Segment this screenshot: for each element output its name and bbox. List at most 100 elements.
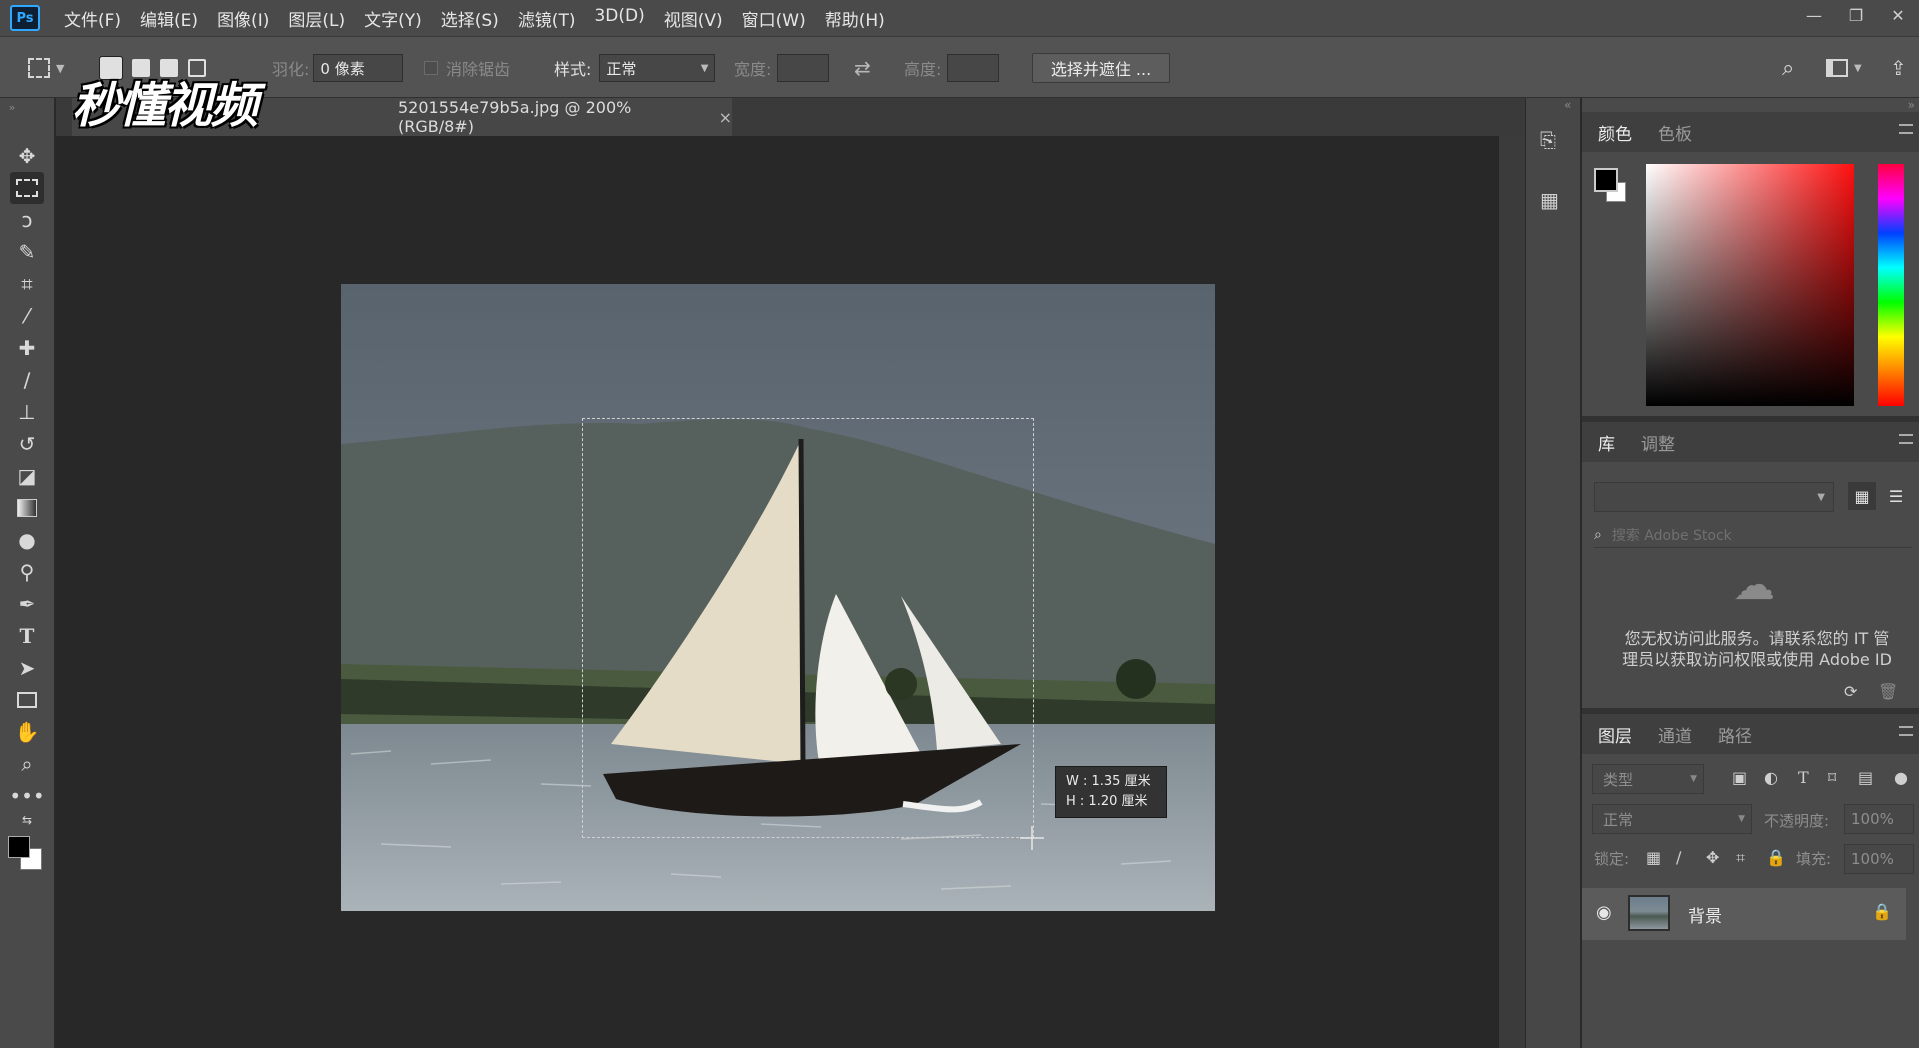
trash-icon[interactable]: 🗑 — [1878, 682, 1898, 701]
fill-input[interactable]: 100% — [1844, 844, 1914, 874]
eye-icon[interactable]: ◉ — [1596, 902, 1612, 923]
crop-tool[interactable]: ⌗ — [10, 268, 44, 300]
color-swap-controls[interactable]: ⇆ — [10, 810, 44, 830]
filter-pixel-icon[interactable]: ▣ — [1732, 768, 1747, 787]
tab-swatches[interactable]: 色板 — [1658, 120, 1692, 145]
eyedropper-tool[interactable]: ⁄ — [10, 300, 44, 332]
foreground-color-swatch[interactable] — [8, 836, 30, 858]
share-button[interactable]: ⇪ — [1890, 37, 1907, 99]
layer-filter-select[interactable]: 类型 ▼ — [1592, 764, 1704, 794]
panel-foreground-swatch[interactable] — [1594, 168, 1618, 192]
tab-channels[interactable]: 通道 — [1658, 722, 1692, 747]
history-panel-icon[interactable]: ⎘ — [1540, 128, 1568, 154]
rectangle-tool[interactable] — [10, 684, 44, 716]
menu-filter[interactable]: 滤镜(T) — [518, 6, 576, 31]
panel-menu-icon[interactable] — [1899, 124, 1913, 134]
panel-menu-icon[interactable] — [1899, 434, 1913, 444]
history-brush-icon: ↺ — [18, 432, 36, 456]
move-icon: ✥ — [18, 144, 36, 168]
tab-libraries[interactable]: 库 — [1598, 430, 1615, 455]
tab-adjustments[interactable]: 调整 — [1641, 430, 1675, 455]
rectangular-marquee-tool[interactable] — [10, 172, 44, 204]
antialias-checkbox[interactable] — [424, 61, 438, 75]
workspace-switcher[interactable]: ▼ — [1826, 37, 1862, 99]
hand-tool[interactable]: ✋ — [10, 716, 44, 748]
lock-all-icon[interactable]: 🔒 — [1766, 848, 1786, 867]
collapse-toolbar-icon[interactable]: » — [2, 100, 22, 114]
stock-search[interactable]: ⌕ 搜索 Adobe Stock — [1594, 522, 1912, 548]
pen-tool[interactable]: ✒ — [10, 588, 44, 620]
layer-row[interactable]: ◉ 背景 🔒 — [1582, 888, 1906, 940]
vertical-scrollbar[interactable] — [1499, 136, 1525, 1048]
feather-input[interactable]: 0 像素 — [313, 54, 404, 82]
lock-transparency-icon[interactable]: ▦ — [1646, 848, 1661, 867]
properties-panel-icon[interactable]: ▦ — [1540, 188, 1568, 214]
cloud-sync-icon[interactable]: ⟳ — [1844, 682, 1857, 701]
menu-edit[interactable]: 编辑(E) — [140, 6, 198, 31]
lock-position-icon[interactable]: ✥ — [1706, 848, 1719, 867]
hue-slider[interactable] — [1878, 164, 1904, 406]
history-brush-tool[interactable]: ↺ — [10, 428, 44, 460]
menu-file[interactable]: 文件(F) — [64, 6, 121, 31]
search-button[interactable]: ⌕ — [1782, 37, 1794, 99]
type-tool[interactable]: T — [10, 620, 44, 652]
menu-help[interactable]: 帮助(H) — [825, 6, 885, 31]
menu-layer[interactable]: 图层(L) — [288, 6, 345, 31]
brush-tool[interactable]: ∕ — [10, 364, 44, 396]
tab-paths[interactable]: 路径 — [1718, 722, 1752, 747]
edit-toolbar-button[interactable]: ••• — [9, 780, 44, 812]
menu-window[interactable]: 窗口(W) — [742, 6, 806, 31]
marquee-selection[interactable] — [582, 418, 1034, 838]
lock-artboard-icon[interactable]: ⌗ — [1736, 848, 1745, 868]
clone-stamp-tool[interactable]: ⊥ — [10, 396, 44, 428]
list-view-button[interactable]: ☰ — [1882, 482, 1910, 510]
close-icon[interactable]: × — [719, 108, 732, 127]
dodge-tool[interactable]: ⚲ — [10, 556, 44, 588]
style-select[interactable]: 正常 ▼ — [599, 54, 716, 82]
restore-button[interactable]: ❐ — [1835, 0, 1877, 30]
tool-preset-picker[interactable]: ▼ — [28, 37, 64, 99]
library-select[interactable]: ▼ — [1594, 482, 1834, 512]
library-message-line2: 理员以获取访问权限或使用 Adobe ID — [1622, 650, 1892, 669]
gradient-tool[interactable] — [10, 492, 44, 524]
quick-selection-tool[interactable]: ✎ — [10, 236, 44, 268]
lasso-tool[interactable]: ↄ — [10, 204, 44, 236]
blur-tool[interactable]: ● — [10, 524, 44, 556]
library-message: 您无权访问此服务。请联系您的 IT 管 理员以获取访问权限或使用 Adobe I… — [1612, 628, 1902, 670]
menu-3d[interactable]: 3D(D) — [594, 6, 644, 31]
menu-select[interactable]: 选择(S) — [441, 6, 499, 31]
healing-brush-tool[interactable]: ✚ — [10, 332, 44, 364]
collapse-panels-icon[interactable]: « — [1564, 98, 1571, 112]
filter-smart-object-icon[interactable]: ▤ — [1858, 768, 1873, 787]
tab-layers[interactable]: 图层 — [1598, 722, 1632, 747]
collapse-right-icon[interactable]: » — [1908, 98, 1915, 112]
panel-menu-icon[interactable] — [1899, 726, 1913, 736]
path-selection-tool[interactable]: ➤ — [10, 652, 44, 684]
blend-mode-select[interactable]: 正常 ▼ — [1592, 804, 1752, 834]
zoom-tool[interactable]: ⌕ — [10, 748, 44, 780]
move-tool[interactable]: ✥ — [10, 140, 44, 172]
select-and-mask-button[interactable]: 选择并遮住 ... — [1032, 53, 1170, 83]
rectangle-icon — [17, 692, 37, 708]
menu-view[interactable]: 视图(V) — [664, 6, 723, 31]
tab-color[interactable]: 颜色 — [1598, 120, 1632, 145]
filter-toggle-icon[interactable]: ● — [1894, 768, 1908, 787]
filter-adjustment-icon[interactable]: ◐ — [1764, 768, 1778, 787]
filter-shape-icon[interactable]: ⌑ — [1828, 768, 1836, 787]
lock-icon[interactable]: 🔒 — [1872, 902, 1892, 921]
height-input[interactable] — [947, 54, 1000, 82]
eraser-tool[interactable]: ◪ — [10, 460, 44, 492]
minimize-button[interactable]: — — [1793, 0, 1835, 30]
filter-type-icon[interactable]: T — [1798, 768, 1809, 787]
menu-image[interactable]: 图像(I) — [217, 6, 269, 31]
grid-view-button[interactable]: ▦ — [1848, 482, 1876, 510]
swap-width-height-button[interactable]: ⇄ — [854, 37, 871, 99]
close-button[interactable]: ✕ — [1877, 0, 1919, 30]
width-input[interactable] — [777, 54, 830, 82]
color-picker-field[interactable] — [1646, 164, 1854, 406]
menu-type[interactable]: 文字(Y) — [364, 6, 422, 31]
panel-color-swatches[interactable] — [1594, 168, 1628, 202]
color-swatches[interactable] — [8, 836, 44, 872]
opacity-input[interactable]: 100% — [1844, 804, 1914, 834]
lock-pixels-icon[interactable]: ∕ — [1676, 848, 1681, 867]
